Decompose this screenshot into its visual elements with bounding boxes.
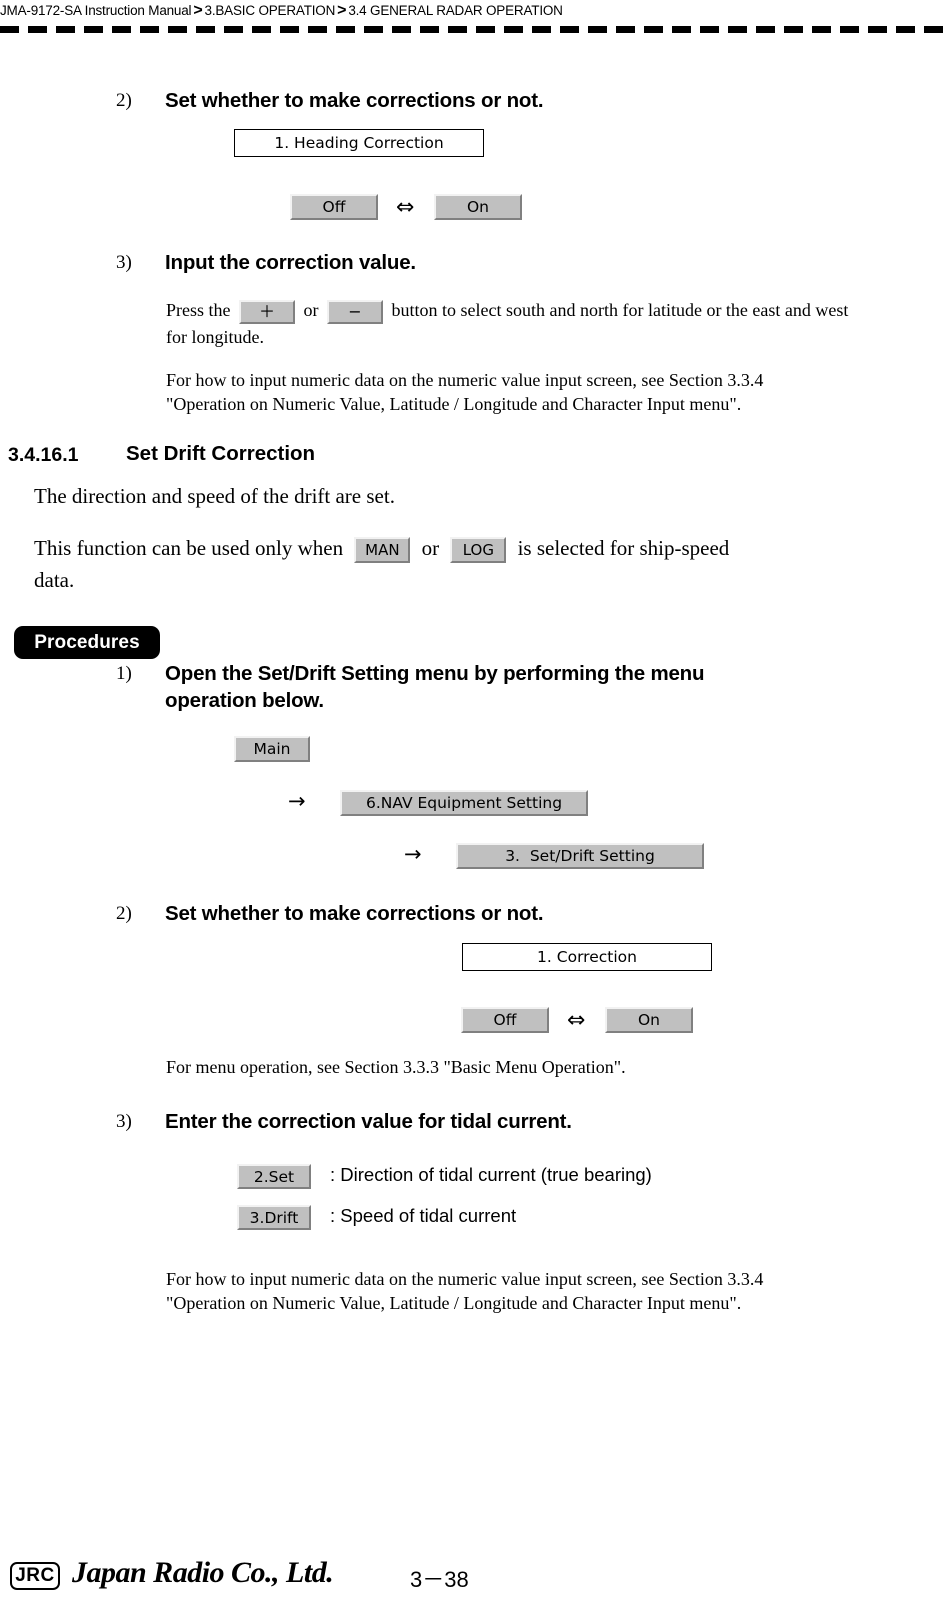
- section-heading-title: Set Drift Correction: [126, 442, 316, 465]
- top-step3-number: 3): [116, 252, 132, 273]
- proc-step2-number: 2): [116, 903, 132, 924]
- intro-line-3: data.: [34, 568, 75, 592]
- menu-button-main[interactable]: Main: [234, 736, 310, 762]
- footer-company-name: Japan Radio Co., Ltd.: [72, 1556, 334, 1589]
- intro-line-2: This function can be used only when MAN …: [34, 533, 934, 564]
- header-dashed-rule: [0, 26, 952, 33]
- set-button-description: : Direction of tidal current (true beari…: [330, 1164, 652, 1185]
- top-step3-instruction-line2: for longitude.: [166, 327, 264, 347]
- correction-off-button[interactable]: Off: [461, 1007, 549, 1033]
- header-separator-2: >: [337, 2, 347, 19]
- log-button[interactable]: LOG: [450, 537, 507, 564]
- page-header: JMA-9172-SA Instruction Manual >3.BASIC O…: [0, 0, 952, 22]
- proc-step3-number: 3): [116, 1111, 132, 1132]
- press-the-label: Press the: [166, 300, 231, 320]
- proc-step2-reference: For menu operation, see Section 3.3.3 "B…: [166, 1057, 626, 1077]
- header-chapter: 3.BASIC OPERATION: [204, 3, 336, 18]
- man-button[interactable]: MAN: [354, 537, 411, 564]
- header-section: 3.4 GENERAL RADAR OPERATION: [348, 3, 563, 18]
- intro-line2-suffix: is selected for ship-speed: [517, 536, 730, 560]
- procedures-banner: Procedures: [14, 626, 160, 659]
- header-manual-title: JMA-9172-SA Instruction Manual: [0, 3, 192, 18]
- menu-path-arrow-1-icon: →: [288, 789, 306, 813]
- menu-box-heading-correction[interactable]: 1. Heading Correction: [234, 129, 484, 157]
- proc-step3-title: Enter the correction value for tidal cur…: [165, 1110, 572, 1133]
- or-label-1: or: [303, 300, 319, 320]
- set-button[interactable]: 2.Set: [237, 1164, 311, 1189]
- menu-button-nav-equipment-setting[interactable]: 6.NAV Equipment Setting: [340, 790, 588, 816]
- correction-on-button[interactable]: On: [605, 1007, 693, 1033]
- intro-line2-prefix: This function can be used only when: [34, 536, 344, 560]
- jrc-logo-mark: JRC: [10, 1562, 60, 1590]
- plus-button[interactable]: ＋: [239, 299, 295, 324]
- top-step3-reference-line2: "Operation on Numeric Value, Latitude / …: [166, 394, 742, 414]
- heading-correction-off-button[interactable]: Off: [290, 194, 378, 220]
- menu-button-set-drift-setting[interactable]: 3. Set/Drift Setting: [456, 843, 704, 869]
- intro-line-1: The direction and speed of the drift are…: [34, 484, 395, 508]
- drift-button-description: : Speed of tidal current: [330, 1205, 517, 1226]
- or-label-2: or: [421, 536, 440, 560]
- top-step2-number: 2): [116, 90, 132, 111]
- top-step3-title: Input the correction value.: [165, 251, 416, 274]
- proc-step1-number: 1): [116, 663, 132, 684]
- proc-step2-title: Set whether to make corrections or not.: [165, 902, 544, 925]
- menu-path-arrow-2-icon: →: [404, 842, 422, 866]
- top-step2-title: Set whether to make corrections or not.: [165, 89, 544, 112]
- proc-step3-reference-line2: "Operation on Numeric Value, Latitude / …: [166, 1293, 742, 1313]
- top-step3-reference-line1: For how to input numeric data on the num…: [166, 370, 764, 390]
- proc-step3-reference-line1: For how to input numeric data on the num…: [166, 1269, 764, 1289]
- heading-correction-on-button[interactable]: On: [434, 194, 522, 220]
- proc-step1-title-line1: Open the Set/Drift Setting menu by perfo…: [165, 662, 705, 685]
- correction-toggle-arrow-icon: ⇔: [567, 1008, 586, 1033]
- menu-box-correction[interactable]: 1. Correction: [462, 943, 712, 971]
- proc-step1-title-line2: operation below.: [165, 689, 324, 712]
- footer-page-number: 3－38: [410, 1567, 469, 1592]
- minus-button[interactable]: −: [327, 299, 383, 324]
- header-separator-1: >: [193, 2, 203, 19]
- drift-button[interactable]: 3.Drift: [237, 1205, 311, 1230]
- top-step3-instruction: Press the ＋ or − button to select south …: [166, 298, 926, 324]
- heading-correction-toggle-arrow-icon: ⇔: [396, 195, 415, 220]
- section-heading-number: 3.4.16.1: [8, 444, 79, 466]
- press-suffix-label: button to select south and north for lat…: [391, 300, 849, 320]
